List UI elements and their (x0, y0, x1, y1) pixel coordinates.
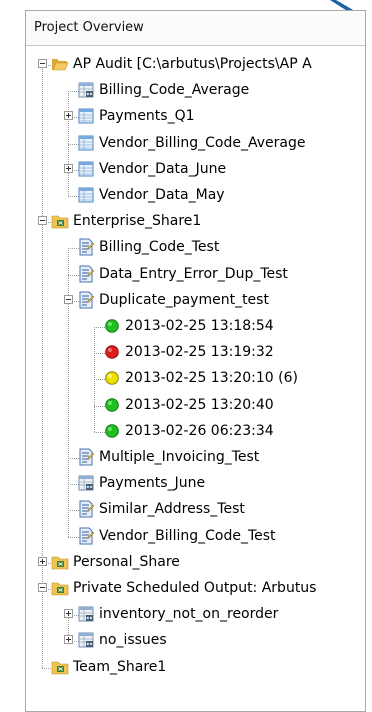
script-icon (77, 238, 95, 256)
tree-item[interactable]: Personal_Share (26, 550, 365, 576)
tree-item-label: Billing_Code_Test (99, 239, 220, 256)
tree-item[interactable]: 2013-02-25 13:18:54 (26, 314, 365, 340)
tree-item[interactable]: Enterprise_Share1 (26, 209, 365, 235)
tree-item-label: inventory_not_on_reorder (99, 606, 279, 623)
status-green-icon (103, 422, 121, 440)
panel-title: Project Overview (34, 20, 144, 35)
tree-item-label: Billing_Code_Average (99, 82, 250, 99)
collapse-icon[interactable] (64, 294, 73, 304)
tree-item[interactable]: no_issues (26, 628, 365, 654)
script-icon (77, 500, 95, 518)
project-overview-panel: Project Overview AP Audit [C:\arbutus\Pr… (25, 10, 366, 712)
table-grey-icon (77, 605, 95, 623)
table-blue-icon (77, 160, 95, 178)
tree-item-label: no_issues (99, 632, 167, 649)
tree-item[interactable]: Data_Entry_Error_Dup_Test (26, 262, 365, 288)
tree-item[interactable]: Vendor_Billing_Code_Test (26, 524, 365, 550)
expand-icon[interactable] (64, 163, 73, 173)
tree-item[interactable]: Vendor_Data_June (26, 157, 365, 183)
tree-item-label: Private Scheduled Output: Arbutus (73, 580, 317, 596)
tree-item[interactable]: Billing_Code_Average (26, 78, 365, 104)
tree-item-label: 2013-02-25 13:20:10 (6) (125, 370, 298, 387)
status-yellow-icon (103, 369, 121, 387)
tree-item[interactable]: 2013-02-26 06:23:34 (26, 419, 365, 445)
table-blue-icon (77, 134, 95, 152)
collapse-icon[interactable] (38, 583, 47, 592)
collapse-icon[interactable] (38, 59, 47, 68)
status-green-icon (103, 396, 121, 414)
status-green-icon (103, 317, 121, 335)
tree-item-label: Personal_Share (73, 553, 180, 570)
tree-item-label: 2013-02-25 13:20:40 (125, 396, 274, 413)
tree-item[interactable]: 2013-02-25 13:20:10 (6) (26, 366, 365, 392)
tree-item[interactable]: Multiple_Invoicing_Test (26, 445, 365, 471)
table-grey-icon (77, 631, 95, 649)
script-icon (77, 527, 95, 545)
tree-item-label: Payments_Q1 (99, 108, 195, 125)
tree-item-label: Similar_Address_Test (99, 501, 245, 518)
share-folder-icon (51, 658, 69, 676)
open-folder-icon (51, 55, 69, 73)
tree-item-label: Multiple_Invoicing_Test (99, 449, 260, 465)
share-folder-icon (51, 579, 69, 597)
expand-icon[interactable] (64, 111, 73, 121)
tree-item-label: Vendor_Billing_Code_Average (99, 134, 306, 151)
script-icon (77, 291, 95, 309)
project-tree[interactable]: AP Audit [C:\arbutus\Projects\AP A Billin… (26, 46, 365, 711)
tree-item-label: AP Audit [C:\arbutus\Projects\AP A (73, 56, 312, 72)
tree-item-label: Team_Share1 (73, 658, 167, 675)
expand-icon[interactable] (38, 556, 47, 566)
tree-item[interactable]: Private Scheduled Output: Arbutus (26, 576, 365, 602)
tree-item[interactable]: Payments_Q1 (26, 104, 365, 130)
collapse-icon[interactable] (38, 216, 47, 226)
tree-item-label: 2013-02-25 13:19:32 (125, 344, 274, 361)
tree-item[interactable]: 2013-02-25 13:20:40 (26, 393, 365, 419)
tree-item[interactable]: Vendor_Data_May (26, 183, 365, 209)
tree-item-label: Vendor_Data_June (99, 160, 227, 177)
share-folder-icon (51, 212, 69, 230)
tree-item[interactable]: 2013-02-25 13:19:32 (26, 340, 365, 366)
table-grey-icon (77, 474, 95, 492)
tree-item-label: Vendor_Billing_Code_Test (99, 527, 276, 544)
table-blue-icon (77, 107, 95, 125)
tree-item[interactable]: Similar_Address_Test (26, 497, 365, 523)
tree-item[interactable]: Vendor_Billing_Code_Average (26, 131, 365, 157)
share-folder-icon (51, 553, 69, 571)
tree-item[interactable]: inventory_not_on_reorder (26, 602, 365, 628)
tree-item-label: Payments_June (99, 475, 206, 492)
tree-item-label: Enterprise_Share1 (73, 213, 202, 230)
tree-item-label: Vendor_Data_May (99, 187, 225, 203)
status-red-icon (103, 343, 121, 361)
expand-icon[interactable] (64, 609, 73, 619)
table-grey-icon (77, 81, 95, 99)
table-blue-icon (77, 186, 95, 204)
tree-item-label: Data_Entry_Error_Dup_Test (99, 265, 288, 282)
expand-icon[interactable] (64, 635, 73, 645)
tree-item[interactable]: Billing_Code_Test (26, 235, 365, 261)
panel-header: Project Overview (26, 11, 365, 46)
tree-item-label: Duplicate_payment_test (99, 291, 269, 308)
script-icon (77, 448, 95, 466)
tree-item[interactable]: Duplicate_payment_test (26, 288, 365, 314)
tree-item[interactable]: AP Audit [C:\arbutus\Projects\AP A (26, 52, 365, 78)
tree-item-label: 2013-02-26 06:23:34 (125, 422, 274, 439)
script-icon (77, 265, 95, 283)
tree-item-label: 2013-02-25 13:18:54 (125, 318, 274, 334)
tree-item[interactable]: Payments_June (26, 471, 365, 497)
tree-item[interactable]: Team_Share1 (26, 655, 365, 681)
